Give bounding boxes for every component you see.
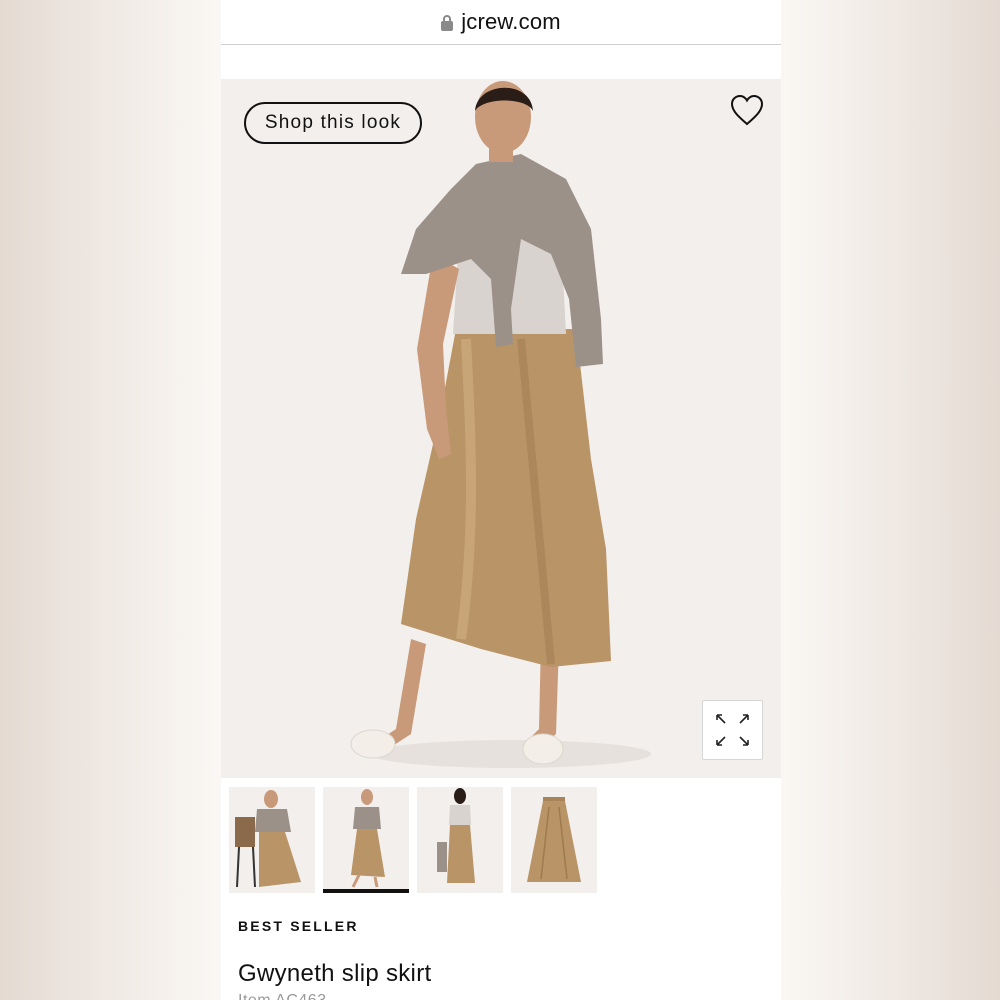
- thumbnail-back-view[interactable]: [417, 787, 503, 893]
- expand-arrows-icon: [716, 714, 749, 746]
- model-photo: [350, 81, 651, 768]
- thumbnail-skirt-flat[interactable]: [511, 787, 597, 893]
- address-bar[interactable]: jcrew.com: [221, 0, 781, 45]
- thumbnail-strip: [229, 787, 781, 895]
- domain-text: jcrew.com: [461, 9, 561, 34]
- item-number: Item AC463: [238, 992, 327, 1000]
- expand-image-button[interactable]: [702, 700, 763, 760]
- thumbnail-seated[interactable]: [229, 787, 315, 893]
- best-seller-badge: BEST SELLER: [238, 918, 359, 934]
- thumbnail-standing-front[interactable]: [323, 787, 409, 893]
- thumbnail-skirt-flat-image: [527, 797, 581, 882]
- product-hero-image[interactable]: Shop this look: [221, 79, 781, 778]
- heart-icon[interactable]: [729, 93, 765, 129]
- thumbnail-standing-front-image: [351, 789, 385, 888]
- shop-this-look-button[interactable]: Shop this look: [244, 102, 422, 144]
- lock-icon: [441, 15, 454, 31]
- mobile-browser-window: jcrew.com Shop this look BEST SELLER Gwy…: [221, 0, 781, 1000]
- product-title: Gwyneth slip skirt: [238, 960, 432, 987]
- thumbnail-seated-image: [235, 790, 301, 888]
- thumbnail-back-view-image: [437, 788, 475, 883]
